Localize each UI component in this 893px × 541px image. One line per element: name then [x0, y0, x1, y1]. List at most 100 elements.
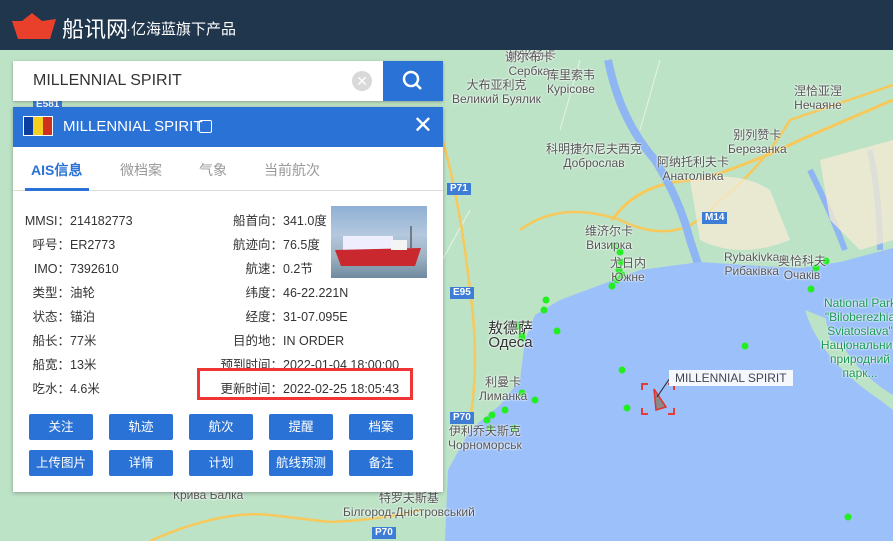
details-button[interactable]: 详情	[109, 450, 173, 476]
panel-header: MILLENNIAL SPIRIT ✕	[13, 107, 443, 147]
place-local-name: Березанка	[728, 142, 787, 156]
vessel-dot[interactable]	[542, 296, 550, 304]
follow-button[interactable]: 关注	[29, 414, 93, 440]
vessel-dot[interactable]	[488, 411, 496, 419]
info-row: 航速：0.2节	[163, 258, 313, 277]
place-local-name: Анатолівка	[662, 169, 724, 183]
vessel-dot[interactable]	[483, 416, 491, 424]
info-value: 77米	[70, 334, 97, 348]
info-value: 214182773	[70, 214, 133, 228]
info-row: 航迹向：76.5度	[163, 234, 320, 253]
info-label: 呼号：	[32, 238, 70, 252]
info-label: 目的地：	[232, 334, 283, 348]
map-place-label: 奥恰科夫 Очаків	[778, 254, 826, 282]
road-shield: M14	[702, 212, 728, 224]
place-name: 特罗夫斯基	[378, 491, 439, 505]
place-local-name: Білгород-Дністровський	[343, 505, 475, 519]
map-place-label: 尤日内 Южне	[610, 256, 646, 284]
info-value: 油轮	[70, 286, 96, 300]
place-name: 库里索韦	[547, 68, 596, 82]
map-place-label: 特罗夫斯基 Білгород-Дністровський	[343, 491, 475, 519]
vessel-dot[interactable]	[807, 285, 815, 293]
place-local-name: Очаків	[783, 268, 821, 282]
alert-button[interactable]: 提醒	[269, 414, 333, 440]
vessel-dot[interactable]	[531, 396, 539, 404]
info-label: IMO：	[33, 262, 70, 276]
ship-info-panel: MILLENNIAL SPIRIT ✕ AIS信息 微档案 气象 当前航次 MM…	[13, 107, 443, 492]
place-name: 涅恰亚涅	[794, 84, 843, 98]
search-bar: ✕	[13, 61, 443, 101]
tab-ais-info[interactable]: AIS信息	[31, 160, 82, 180]
info-value: 4.6米	[70, 382, 100, 396]
info-label: 船长：	[32, 334, 70, 348]
map-place-label: 库里索韦 Курісове	[547, 68, 595, 96]
place-name: 阿纳托利夫卡	[657, 155, 730, 169]
brand-name: 船讯网	[62, 17, 129, 42]
place-name: 奥恰科夫	[778, 254, 827, 268]
boat-logo-icon	[12, 13, 56, 39]
map-place-label: 敖德萨 Одеса	[488, 321, 533, 350]
place-local-name: Доброслав	[563, 156, 625, 170]
vessel-dot[interactable]	[844, 513, 852, 521]
map-place-label: 涅恰亚涅 Нечаяне	[794, 84, 842, 112]
map-place-label: National Park "Biloberezhia Sviatoslava"…	[820, 296, 893, 380]
info-value: 锚泊	[70, 310, 96, 324]
info-label: 纬度：	[245, 286, 283, 300]
note-button[interactable]: 备注	[349, 450, 413, 476]
moldova-flag-icon	[23, 116, 53, 136]
tab-bar: AIS信息 微档案 气象 当前航次	[13, 147, 443, 191]
info-label: 类型：	[32, 286, 70, 300]
place-name: 别列赞卡	[733, 128, 782, 142]
vessel-dot[interactable]	[618, 366, 626, 374]
vessel-dot[interactable]	[553, 327, 561, 335]
place-local-name: Южне	[611, 270, 645, 284]
upload-photo-button[interactable]: 上传图片	[29, 450, 93, 476]
info-row: 状态：锚泊	[13, 306, 95, 325]
search-button[interactable]	[383, 61, 443, 101]
search-input[interactable]	[13, 61, 383, 101]
info-value: 13米	[70, 358, 97, 372]
place-local-name: Рибаківка	[724, 264, 779, 278]
plan-button[interactable]: 计划	[189, 450, 253, 476]
info-row: 类型：油轮	[13, 282, 95, 301]
info-label: 航速：	[245, 262, 283, 276]
brand-subtitle: ·亿海蓝旗下产品	[126, 21, 236, 38]
info-row: 呼号：ER2773	[13, 234, 115, 253]
map-place-label: Rybakivka Рибаківка	[724, 250, 779, 278]
tab-micro-archive[interactable]: 微档案	[120, 160, 162, 180]
info-value: IN ORDER	[283, 334, 345, 348]
map-place-label: 维济尔卡 Визирка	[585, 224, 633, 252]
voyage-button[interactable]: 航次	[189, 414, 253, 440]
close-circle-icon[interactable]: ✕	[352, 71, 372, 91]
map-place-label: 伊利乔夫斯克 Чорноморськ	[448, 424, 522, 452]
ship-photo[interactable]	[331, 206, 427, 278]
place-name: 谢尔布卡	[505, 50, 554, 64]
info-value: 76.5度	[283, 238, 320, 252]
tab-current-voyage[interactable]: 当前航次	[264, 160, 320, 180]
tab-weather[interactable]: 气象	[199, 160, 227, 180]
vessel-dot[interactable]	[623, 404, 631, 412]
place-local-name: Сербка	[508, 64, 550, 78]
info-row: 目的地：IN ORDER	[163, 330, 344, 349]
track-button[interactable]: 轨迹	[109, 414, 173, 440]
ship-name: MILLENNIAL SPIRIT	[63, 118, 203, 135]
route-prediction-button[interactable]: 航线预测	[269, 450, 333, 476]
place-name: National Park "Biloberezhia Sviatoslava"	[823, 296, 893, 338]
info-value: 0.2节	[283, 262, 313, 276]
place-name: 尤日内	[610, 256, 647, 270]
place-name: Rybakivka	[724, 250, 780, 264]
edit-icon[interactable]	[199, 120, 212, 133]
road-shield: P70	[450, 412, 474, 424]
map-place-label: 科明捷尔尼夫西克 Доброслав	[546, 142, 642, 170]
vessel-dot[interactable]	[741, 342, 749, 350]
ship-map-label[interactable]: MILLENNIAL SPIRIT	[669, 370, 793, 386]
info-row: 吃水：4.6米	[13, 378, 100, 397]
vessel-dot[interactable]	[540, 306, 548, 314]
place-local-name: Великий Буялик	[452, 92, 541, 106]
info-row: 船首向：341.0度	[163, 210, 327, 229]
close-icon[interactable]: ✕	[413, 113, 433, 139]
place-name: 大布亚利克	[466, 78, 527, 92]
archive-button[interactable]: 档案	[349, 414, 413, 440]
info-value: ER2773	[70, 238, 116, 252]
vessel-dot[interactable]	[501, 406, 509, 414]
